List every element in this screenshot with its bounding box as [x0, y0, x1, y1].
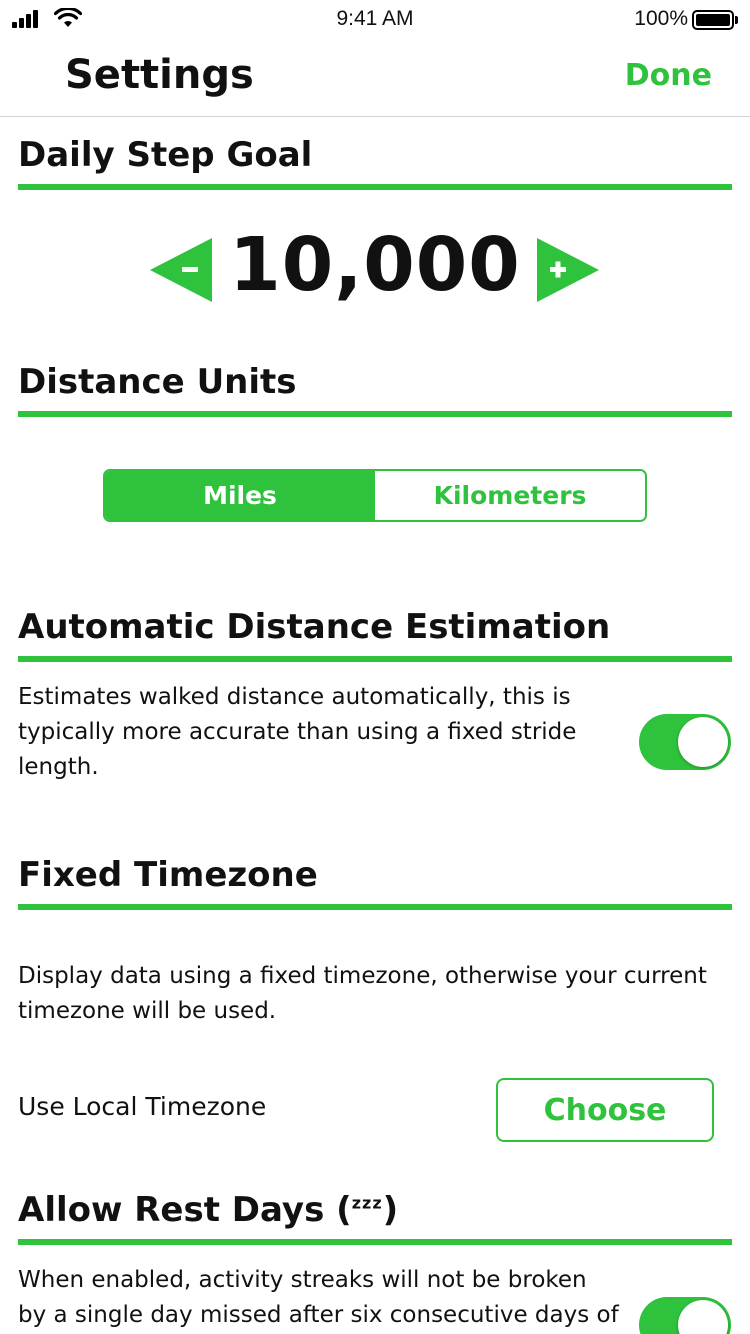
section-divider — [18, 411, 732, 417]
distance-units-segmented-control: Miles Kilometers — [103, 469, 647, 522]
page-title: Settings — [65, 52, 254, 98]
navigation-bar: Settings Done — [0, 40, 750, 117]
auto-distance-heading: Automatic Distance Estimation — [18, 607, 611, 647]
distance-units-heading: Distance Units — [18, 362, 297, 402]
segment-miles[interactable]: Miles — [105, 471, 375, 520]
fixed-timezone-description: Display data using a fixed timezone, oth… — [18, 963, 707, 1024]
rest-days-description: When enabled, activity streaks will not … — [18, 1267, 619, 1328]
section-divider — [18, 656, 732, 662]
battery-percent: 100% — [634, 7, 688, 30]
segment-kilometers[interactable]: Kilometers — [375, 471, 645, 520]
step-goal-value: 10,000 — [229, 222, 521, 308]
section-divider — [18, 184, 732, 190]
auto-distance-description: Estimates walked distance automatically,… — [18, 684, 577, 780]
section-divider — [18, 904, 732, 910]
toggle-knob — [678, 1300, 728, 1334]
use-local-timezone-label: Use Local Timezone — [18, 1092, 267, 1121]
daily-step-goal-heading: Daily Step Goal — [18, 135, 313, 175]
rest-days-toggle[interactable] — [639, 1297, 731, 1334]
choose-timezone-button[interactable]: Choose — [496, 1078, 714, 1142]
status-bar: 9:41 AM 100% — [0, 0, 750, 40]
battery-icon — [692, 10, 738, 30]
auto-distance-toggle[interactable] — [639, 714, 731, 770]
step-goal-stepper: 10,000 — [0, 222, 750, 322]
section-divider — [18, 1239, 732, 1245]
done-button[interactable]: Done — [625, 58, 712, 93]
fixed-timezone-heading: Fixed Timezone — [18, 855, 318, 895]
toggle-knob — [678, 717, 728, 767]
increase-arrow-icon[interactable] — [537, 238, 599, 302]
sleep-zzz-icon: (zzz) — [336, 1190, 399, 1230]
rest-days-heading: Allow Rest Days (zzz) — [18, 1190, 399, 1230]
